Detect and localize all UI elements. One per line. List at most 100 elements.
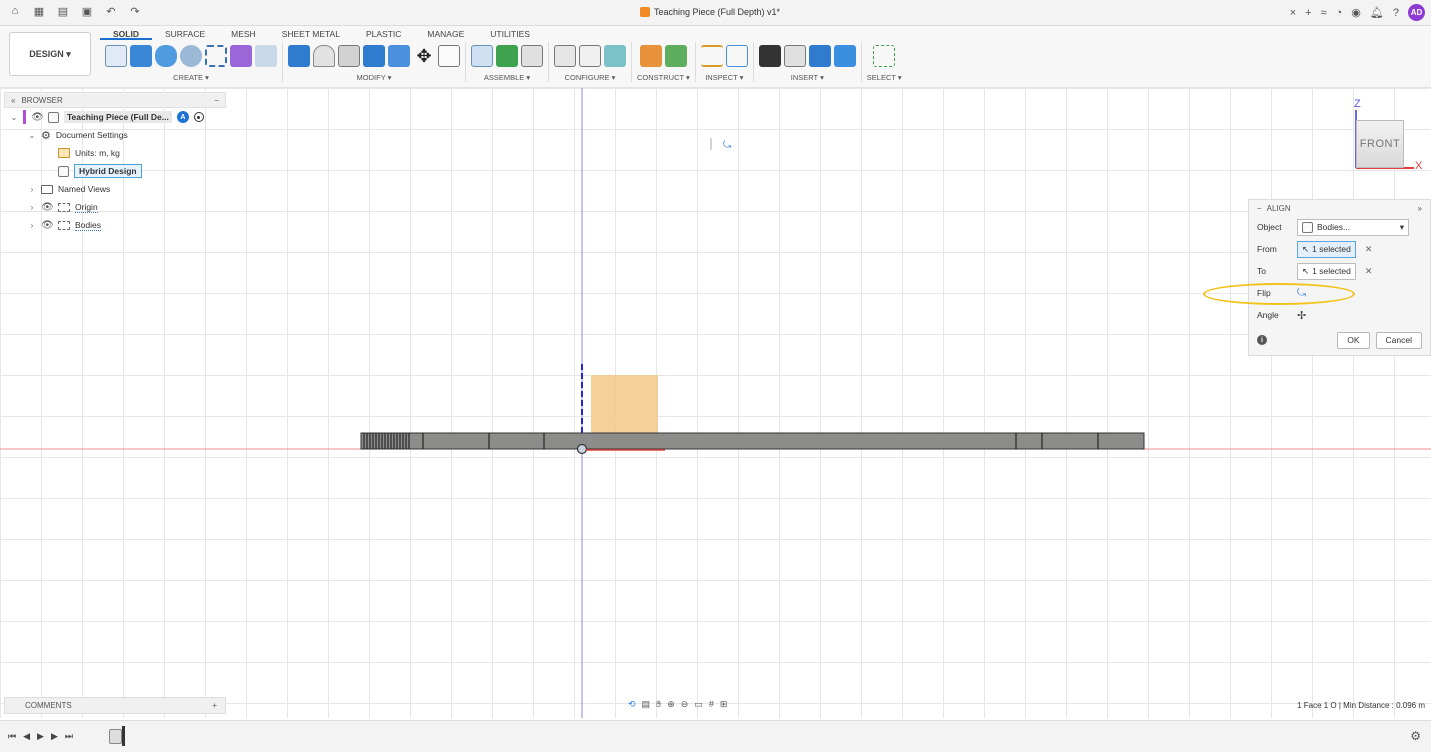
selected-body-preview[interactable] [591,375,658,437]
browser-item-bodies[interactable]: › 👁︎ Bodies [4,216,226,234]
look-at-icon[interactable]: ▤ [642,699,651,710]
activate-radio-icon[interactable] [193,112,204,122]
pan-icon[interactable]: ✋︎ [656,699,661,710]
visibility-eye-icon[interactable]: 👁︎ [31,112,44,123]
hole-icon[interactable] [180,45,202,67]
create-group-label[interactable]: CREATE ▾ [173,73,209,82]
modify-group-label[interactable]: MODIFY ▾ [357,73,392,82]
collapse-dialog-icon[interactable]: − [1257,204,1262,213]
tab-plastic[interactable]: PLASTIC [353,28,414,40]
app-grid-icon[interactable]: ▦ [32,5,46,18]
info-icon[interactable]: i [1257,335,1267,345]
assemble-group-label[interactable]: ASSEMBLE ▾ [484,73,530,82]
origin-point[interactable] [576,443,588,455]
close-tab-icon[interactable]: × [1290,7,1296,19]
redo-icon[interactable]: ↷ [128,5,142,18]
create-form-icon[interactable] [230,45,252,67]
tab-mesh[interactable]: MESH [218,28,269,40]
save-icon[interactable]: ▣ [80,5,94,18]
extrude-icon[interactable] [130,45,152,67]
add-comment-icon[interactable]: + [212,701,217,710]
minimize-browser-icon[interactable]: − [214,96,219,105]
flip-manipulator[interactable]: ⤿ [710,138,732,151]
as-built-joint-icon[interactable] [521,45,543,67]
chevron-right-icon[interactable]: › [28,221,36,230]
revolve-icon[interactable] [155,45,177,67]
midplane-icon[interactable] [664,45,687,67]
cancel-button[interactable]: Cancel [1375,331,1422,349]
play-icon[interactable]: ▶ [37,731,44,742]
table-icon[interactable] [579,45,601,67]
chevron-right-icon[interactable]: › [28,203,36,212]
go-to-start-icon[interactable]: ⏮ [8,731,16,742]
new-tab-icon[interactable]: + [1305,7,1311,19]
help-icon[interactable]: ? [1393,7,1399,19]
timeline-settings-gear-icon[interactable]: ⚙ [1410,729,1421,743]
tab-manage[interactable]: MANAGE [414,28,477,40]
select-group-label[interactable]: SELECT ▾ [867,73,902,82]
construct-group-label[interactable]: CONSTRUCT ▾ [637,73,690,82]
browser-item-named-views[interactable]: › Named Views [4,180,226,198]
browser-item-document-settings[interactable]: ⌄ ⚙ Document Settings [4,126,226,144]
joint-icon[interactable] [496,45,518,67]
from-selection-field[interactable]: ↖ 1 selected [1297,240,1356,258]
step-forward-icon[interactable]: ▶ [51,731,58,742]
canvas-image-icon[interactable] [833,45,856,67]
tab-surface[interactable]: SURFACE [152,28,218,40]
collapse-browser-icon[interactable]: « [11,96,15,105]
angle-rotate-icon[interactable]: ✢ [1297,309,1306,322]
clear-to-icon[interactable]: ✕ [1365,266,1373,277]
orbit-icon[interactable]: ⟲ [628,699,636,710]
tab-sheet-metal[interactable]: SHEET METAL [269,28,353,40]
insert-svg-icon[interactable] [758,45,781,67]
zoom-window-icon[interactable]: ⊕ [667,699,675,710]
insert-group-label[interactable]: INSERT ▾ [791,73,824,82]
scale-icon[interactable] [388,45,410,67]
theme-icon[interactable] [604,45,626,67]
grid-settings-icon[interactable]: # [709,699,714,709]
comments-panel[interactable]: COMMENTS + [4,697,226,714]
inspect-group-label[interactable]: INSPECT ▾ [705,73,743,82]
expand-dialog-icon[interactable]: » [1418,204,1422,213]
workspace-switcher-button[interactable]: DESIGN ▾ [9,32,91,76]
browser-root-item[interactable]: ⌄ 👁︎ Teaching Piece (Full De... A [4,108,226,126]
online-status-icon[interactable]: ◉ [1351,6,1361,19]
browser-item-origin[interactable]: › 👁︎ Origin [4,198,226,216]
step-back-icon[interactable]: ◀ [23,731,30,742]
tab-utilities[interactable]: UTILITIES [477,28,543,40]
tab-solid[interactable]: SOLID [100,28,152,40]
move-copy-icon[interactable]: ✥ [413,45,435,67]
create-base-feature-icon[interactable] [255,45,277,67]
chevron-down-icon[interactable]: ⌄ [28,131,36,140]
browser-item-hybrid-design[interactable]: Hybrid Design [4,162,226,180]
display-settings-icon[interactable]: ▭ [694,699,703,710]
interference-icon[interactable] [725,45,748,67]
combine-icon[interactable] [363,45,385,67]
file-menu-icon[interactable]: ▤ [56,5,70,18]
insert-mcmaster-icon[interactable] [808,45,831,67]
to-selection-field[interactable]: ↖ 1 selected [1297,262,1356,280]
home-icon[interactable]: ⌂ [8,5,22,18]
timeline-marker[interactable] [122,726,125,746]
viewcube[interactable]: Z FRONT X [1348,98,1423,178]
viewcube-front-face[interactable]: FRONT [1356,120,1404,168]
zoom-icon[interactable]: ⊖ [681,699,689,710]
timeline-feature-item[interactable] [109,729,122,744]
rectangular-pattern-icon[interactable] [205,45,227,67]
chevron-down-icon[interactable]: ⌄ [10,113,18,122]
extensions-icon[interactable]: ≈ [1321,7,1327,19]
go-to-end-icon[interactable]: ⏭ [65,731,73,742]
new-component-icon[interactable] [471,45,493,67]
select-icon[interactable] [873,45,896,67]
change-parameters-icon[interactable] [438,45,460,67]
undo-icon[interactable]: ↶ [104,5,118,18]
chevron-right-icon[interactable]: › [28,185,36,194]
browser-item-units[interactable]: Units: m, kg [4,144,226,162]
user-avatar[interactable]: AD [1408,4,1425,21]
clear-from-icon[interactable]: ✕ [1365,244,1373,255]
create-sketch-icon[interactable] [105,45,127,67]
notifications-icon[interactable]: 🔔︎ [1370,6,1384,19]
ok-button[interactable]: OK [1337,331,1370,349]
measure-icon[interactable] [700,45,723,67]
configure-icon[interactable] [554,45,576,67]
